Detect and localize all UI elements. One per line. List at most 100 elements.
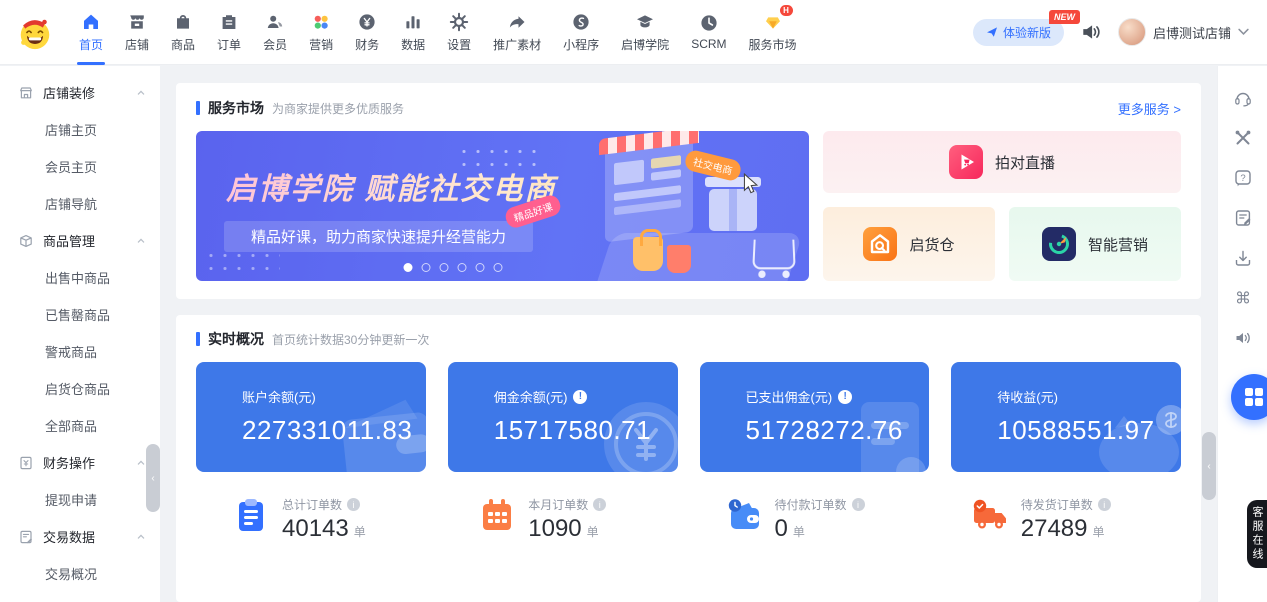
nav-item-members[interactable]: 会员 — [252, 0, 298, 64]
sidebar-section-goods-manage[interactable]: 商品管理 — [0, 222, 160, 259]
carousel-dot[interactable] — [475, 263, 485, 272]
sidebar-item-store-home[interactable]: 店铺主页 — [0, 111, 160, 148]
home-icon — [81, 12, 101, 32]
nav-item-service-market[interactable]: H 服务市场 — [738, 0, 808, 64]
service-market-header: 服务市场 为商家提供更多优质服务 更多服务 > — [196, 98, 1181, 118]
customer-service-icon[interactable] — [1233, 88, 1253, 108]
announcement-speaker-icon[interactable] — [1080, 21, 1102, 43]
sidebar-item-warehouse-goods[interactable]: 启货仓商品 — [0, 370, 160, 407]
nav-item-settings[interactable]: 设置 — [436, 0, 482, 64]
sidebar-item-soldout-goods[interactable]: 已售罄商品 — [0, 296, 160, 333]
orders-icon — [219, 12, 239, 32]
more-services-link[interactable]: 更多服务 > — [1118, 99, 1181, 118]
carousel-dot[interactable] — [457, 263, 467, 272]
nav-item-shop[interactable]: 店铺 — [114, 0, 160, 64]
balance-card-commission[interactable]: 佣金余额(元)! 15717580.71 — [447, 362, 678, 472]
stat-label: 总计订单数 — [282, 498, 343, 512]
info-icon[interactable]: i — [347, 498, 361, 511]
carousel-dot[interactable] — [421, 263, 431, 272]
rail-collapse-handle[interactable]: ‹ — [1202, 432, 1216, 500]
stat-month-orders[interactable]: 本月订单数 i 1090 单 — [442, 496, 688, 543]
balance-card-paid-commission[interactable]: 已支出佣金(元)! 51728272.76 — [699, 362, 930, 472]
stat-unit: 单 — [792, 525, 805, 539]
carousel-dot[interactable] — [403, 263, 413, 272]
balance-label: 已支出佣金(元) — [745, 390, 833, 405]
sidebar-section-store-decoration[interactable]: 店铺装修 — [0, 74, 160, 111]
sidebar-item-warning-goods[interactable]: 警戒商品 — [0, 333, 160, 370]
store-decoration-icon — [20, 86, 32, 98]
nav-item-miniprogram[interactable]: 小程序 — [552, 0, 610, 64]
download-icon[interactable] — [1233, 248, 1253, 268]
awning-illustration — [599, 131, 699, 156]
try-new-version-button[interactable]: 体验新版 NEW — [972, 9, 1080, 46]
balance-card-pending-income[interactable]: 待收益(元) 10588551.97 — [951, 362, 1181, 472]
nav-label: 商品 — [171, 37, 196, 52]
info-icon[interactable]: i — [851, 498, 865, 511]
nav-label: 店铺 — [125, 37, 150, 52]
service-warehouse[interactable]: 启货仓 — [823, 207, 995, 281]
nav-label: 订单 — [217, 37, 242, 52]
customer-service-online-tab[interactable]: 客服在线 — [1247, 500, 1267, 568]
nav-item-academy[interactable]: 启博学院 — [610, 0, 680, 64]
sidebar-collapse-handle[interactable]: ‹ — [146, 444, 160, 512]
nav-item-data[interactable]: 数据 — [390, 0, 436, 64]
balance-card-account[interactable]: 账户余额(元) 227331011.83 — [196, 362, 426, 472]
nav-label: 首页 — [79, 37, 104, 52]
sidebar-item-withdraw-request[interactable]: 提现申请 — [0, 481, 160, 518]
nav-label: 启博学院 — [621, 37, 670, 52]
data-icon — [403, 12, 423, 32]
sidebar-item-trade-overview[interactable]: 交易概况 — [0, 555, 160, 592]
feedback-icon[interactable] — [1233, 208, 1253, 228]
sidebar-item-trade-analysis[interactable]: 交易分析 — [0, 592, 160, 602]
title-accent-bar — [196, 101, 200, 115]
nav-item-finance[interactable]: 财务 — [344, 0, 390, 64]
stat-value: 27489 — [1020, 515, 1088, 542]
stat-unshipped-orders[interactable]: 待发货订单数 i 27489 单 — [935, 496, 1181, 543]
sidebar-item-onsale-goods[interactable]: 出售中商品 — [0, 259, 160, 296]
sidebar-item-all-goods[interactable]: 全部商品 — [0, 407, 160, 444]
nav-item-marketing[interactable]: 营销 — [298, 0, 344, 64]
sidebar-item-store-nav[interactable]: 店铺导航 — [0, 185, 160, 222]
nav-item-promo-materials[interactable]: 推广素材 — [482, 0, 552, 64]
store-account-menu[interactable]: 启博测试店铺 — [1117, 18, 1249, 46]
help-icon[interactable]: ? — [1233, 168, 1253, 188]
chevron-up-icon — [137, 238, 145, 243]
service-live-streaming[interactable]: 拍对直播 — [823, 131, 1181, 193]
stat-total-orders[interactable]: 总计订单数 i 40143 单 — [196, 496, 442, 543]
balance-cards-row: 账户余额(元) 227331011.83 佣金余额(元)! 15717580.7… — [196, 362, 1181, 472]
service-market-badge: H — [779, 4, 793, 16]
service-name: 拍对直播 — [994, 154, 1055, 172]
tools-icon[interactable] — [1233, 128, 1253, 148]
info-icon[interactable]: i — [593, 498, 607, 511]
nav-item-scrm[interactable]: SCRM — [680, 0, 737, 64]
chevron-up-icon — [137, 460, 145, 465]
nav-item-goods[interactable]: 商品 — [160, 0, 206, 64]
new-badge: NEW — [1048, 9, 1080, 24]
app-logo[interactable] — [16, 13, 54, 51]
nav-label: 会员 — [263, 37, 288, 52]
piggy-bank-watermark-icon — [1099, 405, 1181, 472]
sidebar-section-finance-ops[interactable]: 财务操作 — [0, 444, 160, 481]
sidebar-section-trade-data[interactable]: 交易数据 — [0, 518, 160, 555]
nav-item-home[interactable]: 首页 — [68, 0, 114, 64]
carousel-dot[interactable] — [493, 263, 503, 272]
carousel-dot[interactable] — [439, 263, 449, 272]
service-name: 启货仓 — [909, 236, 955, 254]
announcement-icon[interactable] — [1233, 328, 1253, 348]
primary-nav: 首页 店铺 商品 订单 会员 营销 财务 数据 设置 推广素材 小程序 启博学院… — [68, 0, 808, 64]
shortcuts-icon[interactable]: ⌘ — [1233, 288, 1253, 308]
service-smart-marketing[interactable]: 智能营销 — [1009, 207, 1181, 281]
info-icon[interactable]: i — [1097, 498, 1111, 511]
trade-data-icon — [20, 530, 32, 543]
title-accent-bar — [196, 332, 200, 346]
wallet-clock-icon — [728, 499, 759, 529]
sidebar-item-member-home[interactable]: 会员主页 — [0, 148, 160, 185]
academy-banner[interactable]: 精品好课 社交电商 启博学院 赋能社交电商 精品好课，助力商家快速提升经营能力 — [196, 131, 809, 281]
section-title: 店铺装修 — [43, 86, 96, 101]
stat-value: 1090 — [528, 515, 582, 542]
realtime-header: 实时概况 首页统计数据30分钟更新一次 — [196, 329, 1181, 349]
stat-unpaid-orders[interactable]: 待付款订单数 i 0单 — [689, 496, 935, 543]
nav-item-orders[interactable]: 订单 — [206, 0, 252, 64]
info-icon[interactable]: ! — [573, 389, 588, 404]
cart-illustration — [752, 239, 796, 270]
